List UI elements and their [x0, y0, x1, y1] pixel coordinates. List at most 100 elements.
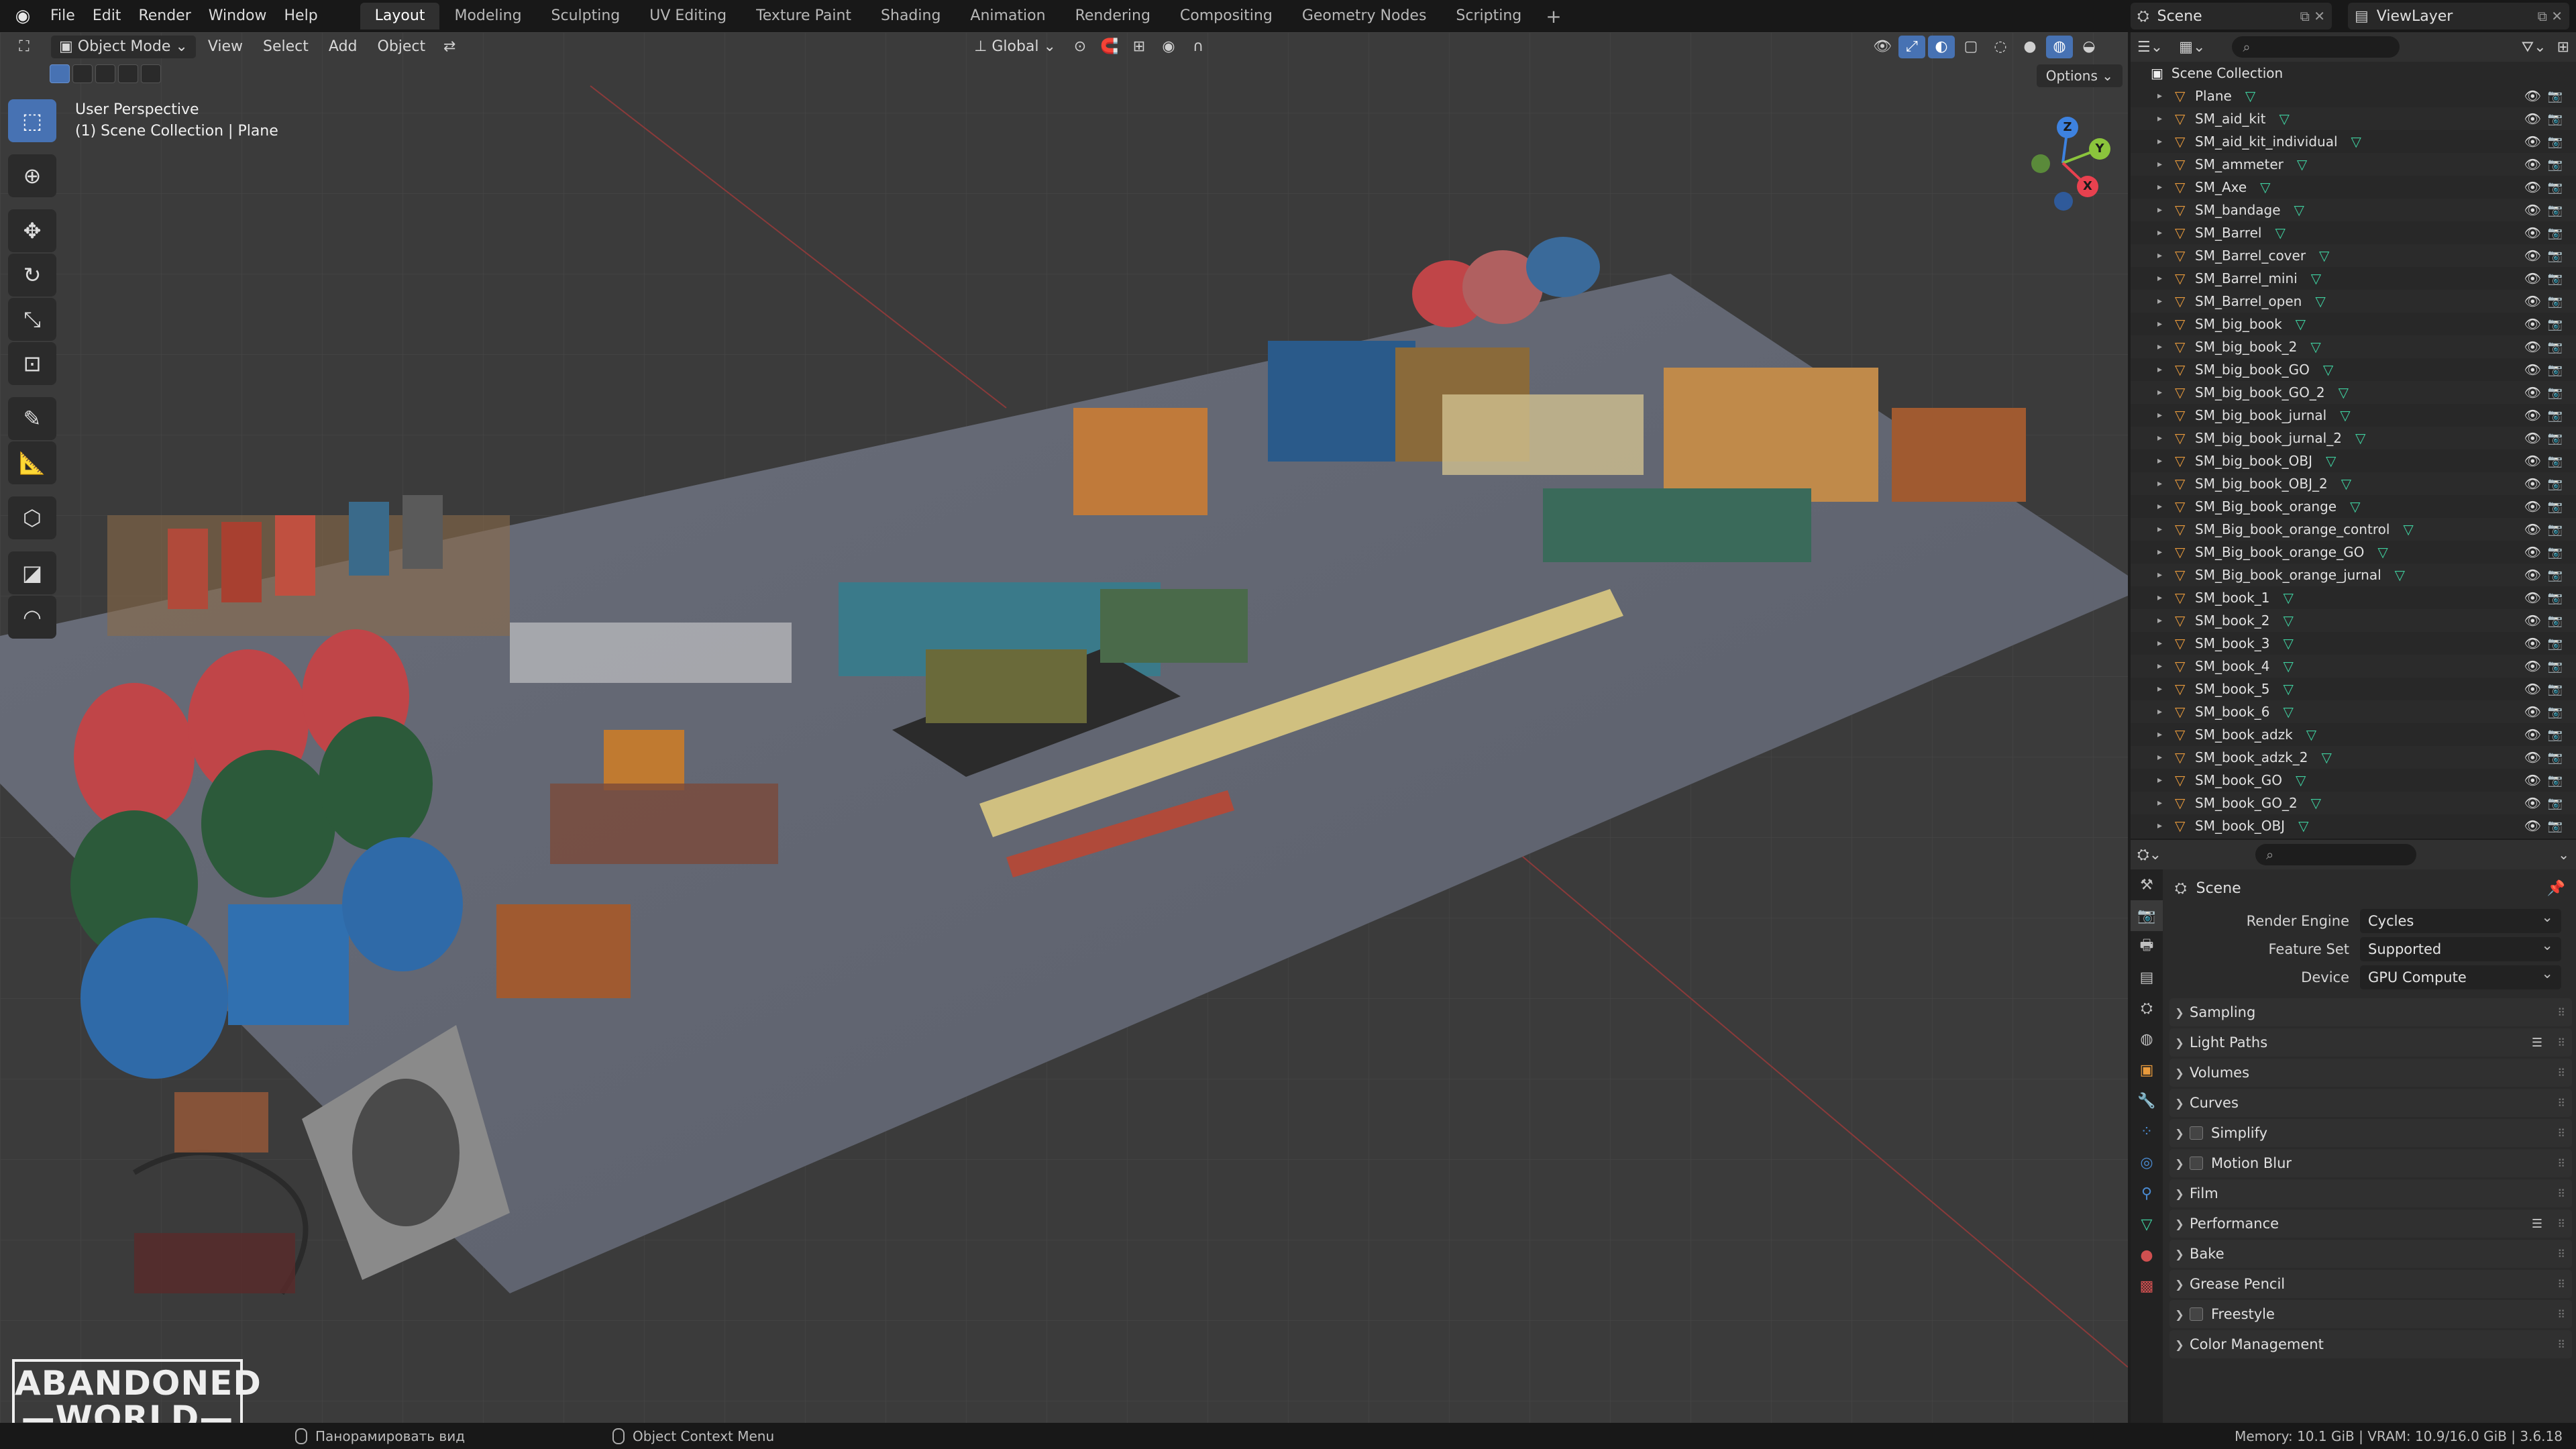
panel-grease-pencil[interactable]: ❯ Grease Pencil ⠿ — [2169, 1270, 2572, 1298]
mesh-data-icon[interactable]: ▽ — [2283, 612, 2293, 629]
properties-search-input[interactable]: ⌕ — [2255, 844, 2417, 865]
render-camera-icon[interactable]: 📷 — [2548, 728, 2563, 742]
render-camera-icon[interactable]: 📷 — [2548, 409, 2563, 423]
outliner-row[interactable]: ▸ ▽ SM_Barrel_mini ▽ 👁 📷 — [2131, 267, 2576, 290]
annotate-tool-icon[interactable]: ✎ — [8, 397, 56, 440]
render-camera-icon[interactable]: 📷 — [2548, 317, 2563, 331]
outliner-row[interactable]: ▸ ▽ SM_Barrel_cover ▽ 👁 📷 — [2131, 244, 2576, 267]
mesh-data-icon[interactable]: ▽ — [2283, 590, 2293, 606]
render-camera-icon[interactable]: 📷 — [2548, 637, 2563, 651]
render-camera-icon[interactable]: 📷 — [2548, 614, 2563, 628]
render-camera-icon[interactable]: 📷 — [2548, 545, 2563, 559]
mesh-data-icon[interactable]: ▽ — [2275, 225, 2285, 241]
material-shading-icon[interactable]: ◍ — [2045, 36, 2073, 58]
expand-arrow-icon[interactable]: ▸ — [2157, 661, 2175, 672]
modifier-tab-icon[interactable]: 🔧 — [2131, 1085, 2163, 1116]
eye-icon[interactable]: 👁 — [2524, 498, 2541, 515]
mesh-data-icon[interactable]: ▽ — [2283, 704, 2293, 720]
particles-tab-icon[interactable]: ⁘ — [2131, 1116, 2163, 1147]
expand-arrow-icon[interactable]: ▸ — [2157, 798, 2175, 808]
new-scene-icon[interactable]: ⧉ ✕ — [2292, 8, 2325, 24]
drag-grip-icon[interactable]: ⠿ — [2557, 1067, 2565, 1079]
render-camera-icon[interactable]: 📷 — [2548, 112, 2563, 126]
eye-icon[interactable]: 👁 — [2524, 544, 2541, 560]
drag-grip-icon[interactable]: ⠿ — [2557, 1248, 2565, 1260]
render-camera-icon[interactable]: 📷 — [2548, 135, 2563, 149]
eye-icon[interactable]: 👁 — [2524, 248, 2541, 264]
rendered-shading-icon[interactable]: ◒ — [2076, 36, 2102, 58]
drag-grip-icon[interactable]: ⠿ — [2557, 1187, 2565, 1200]
cursor-tool-icon[interactable]: ⊕ — [8, 154, 56, 197]
mesh-data-icon[interactable]: ▽ — [2294, 202, 2304, 218]
outliner-row[interactable]: ▸ ▽ SM_big_book_2 ▽ 👁 📷 — [2131, 335, 2576, 358]
mesh-data-icon[interactable]: ▽ — [2283, 635, 2293, 651]
overlays-toggle-icon[interactable]: ◐ — [1927, 36, 1955, 58]
view-layer-tab-icon[interactable]: ▤ — [2131, 962, 2163, 993]
properties-options-icon[interactable]: ⌄ — [2558, 847, 2569, 863]
mesh-data-icon[interactable]: ▽ — [2403, 521, 2413, 537]
outliner-row[interactable]: ▸ ▽ SM_aid_kit_individual ▽ 👁 📷 — [2131, 130, 2576, 153]
mesh-data-icon[interactable]: ▽ — [2377, 544, 2387, 560]
eye-icon[interactable]: 👁 — [2524, 453, 2541, 469]
expand-arrow-icon[interactable]: ▸ — [2157, 592, 2175, 603]
gizmo-neg-y-axis[interactable] — [2031, 154, 2050, 173]
outliner-row[interactable]: ▸ ▽ SM_big_book_OBJ_2 ▽ 👁 📷 — [2131, 472, 2576, 495]
menu-help[interactable]: Help — [276, 0, 327, 32]
expand-arrow-icon[interactable]: ▸ — [2157, 182, 2175, 193]
gizmo-z-axis[interactable]: Z — [2057, 117, 2078, 138]
panel-motion-blur[interactable]: ❯ Motion Blur ⠿ — [2169, 1149, 2572, 1177]
panel-checkbox[interactable] — [2190, 1126, 2203, 1140]
panel-simplify[interactable]: ❯ Simplify ⠿ — [2169, 1119, 2572, 1147]
gizmo-neg-z-axis[interactable] — [2054, 192, 2073, 211]
outliner-search-input[interactable]: ⌕ — [2232, 36, 2400, 58]
drag-grip-icon[interactable]: ⠿ — [2557, 1308, 2565, 1321]
render-engine-dropdown[interactable]: Cycles — [2360, 905, 2561, 933]
eye-icon[interactable]: 👁 — [2524, 362, 2541, 378]
outliner-row[interactable]: ▸ ▽ SM_Barrel_open ▽ 👁 📷 — [2131, 290, 2576, 313]
expand-arrow-icon[interactable]: ▸ — [2157, 319, 2175, 329]
eye-icon[interactable]: 👁 — [2524, 590, 2541, 606]
panel-curves[interactable]: ❯ Curves ⠿ — [2169, 1089, 2572, 1117]
mesh-data-icon[interactable]: ▽ — [2321, 749, 2331, 765]
render-camera-icon[interactable]: 📷 — [2548, 500, 2563, 514]
view-layer-selector[interactable]: ▤ ViewLayer ⧉ ✕ — [2348, 3, 2569, 30]
eye-icon[interactable]: 👁 — [2524, 521, 2541, 537]
menu-window[interactable]: Window — [200, 0, 276, 32]
eye-icon[interactable]: 👁 — [2524, 225, 2541, 241]
tool-tab-icon[interactable]: ⚒ — [2131, 869, 2163, 900]
select-intersect-icon[interactable] — [141, 64, 161, 83]
eye-icon[interactable]: 👁 — [2524, 407, 2541, 423]
mesh-data-icon[interactable]: ▽ — [2311, 270, 2321, 286]
expand-arrow-icon[interactable]: ▸ — [2157, 227, 2175, 238]
viewport-menu-view[interactable]: View — [200, 36, 251, 58]
eye-icon[interactable]: 👁 — [2524, 430, 2541, 446]
blender-logo-icon[interactable]: ◉ — [9, 3, 36, 30]
material-tab-icon[interactable]: ● — [2131, 1240, 2163, 1271]
eye-icon[interactable]: 👁 — [2524, 704, 2541, 720]
transform-orientation-dropdown[interactable]: ⊥ Global ⌄ — [966, 36, 1064, 58]
render-camera-icon[interactable]: 📷 — [2548, 819, 2563, 833]
outliner-row[interactable]: ▸ ▽ SM_book_5 ▽ 👁 📷 — [2131, 678, 2576, 700]
eye-icon[interactable]: 👁 — [2524, 681, 2541, 697]
device-dropdown[interactable]: GPU Compute — [2360, 961, 2561, 989]
select-new-icon[interactable] — [50, 64, 70, 83]
render-camera-icon[interactable]: 📷 — [2548, 751, 2563, 765]
expand-arrow-icon[interactable]: ▸ — [2157, 250, 2175, 261]
physics-tab-icon[interactable]: ◎ — [2131, 1147, 2163, 1178]
render-camera-icon[interactable]: 📷 — [2548, 180, 2563, 195]
presets-list-icon[interactable]: ☰ — [2532, 1036, 2542, 1050]
expand-arrow-icon[interactable]: ▸ — [2157, 159, 2175, 170]
outliner-row[interactable]: ▸ ▽ SM_book_adzk ▽ 👁 📷 — [2131, 723, 2576, 746]
outliner-row[interactable]: ▸ ▽ SM_big_book_GO_2 ▽ 👁 📷 — [2131, 381, 2576, 404]
gizmo-toggle-icon[interactable]: ⤢ — [1898, 36, 1925, 58]
visibility-icon[interactable]: 👁 — [1869, 36, 1896, 58]
eye-icon[interactable]: 👁 — [2524, 749, 2541, 765]
transform-tool-icon[interactable]: ⊡ — [8, 342, 56, 385]
eye-icon[interactable]: 👁 — [2524, 202, 2541, 218]
select-box-tool-icon[interactable]: ⬚ — [8, 99, 56, 142]
tab-layout[interactable]: Layout — [360, 3, 440, 30]
tab-scripting[interactable]: Scripting — [1441, 3, 1536, 30]
panel-volumes[interactable]: ❯ Volumes ⠿ — [2169, 1059, 2572, 1087]
eye-icon[interactable]: 👁 — [2524, 818, 2541, 834]
snap-target-icon[interactable]: ⊞ — [1126, 36, 1152, 58]
